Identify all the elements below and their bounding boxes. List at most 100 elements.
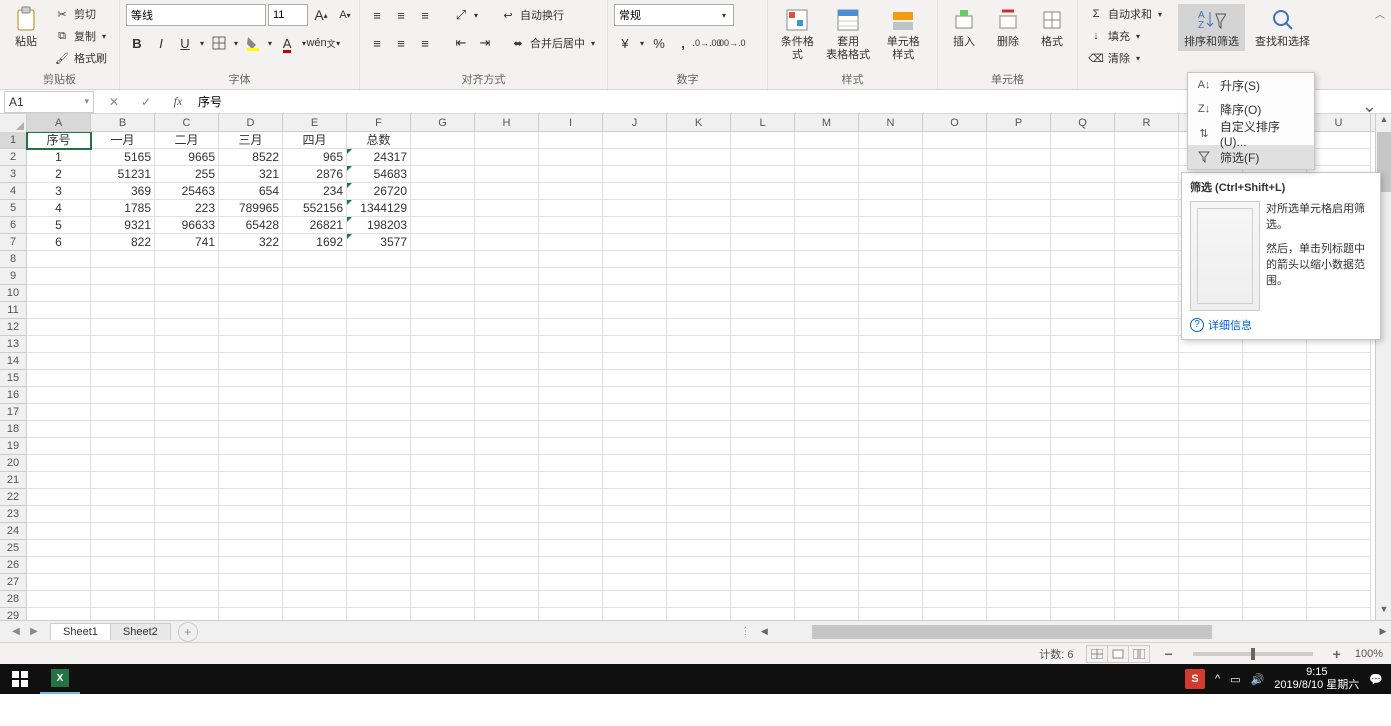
cell[interactable] <box>731 166 795 183</box>
cell[interactable] <box>91 370 155 387</box>
cell[interactable] <box>27 591 91 608</box>
cell[interactable] <box>155 336 219 353</box>
cell[interactable] <box>1307 506 1371 523</box>
cell[interactable] <box>155 472 219 489</box>
cell[interactable] <box>283 557 347 574</box>
cell[interactable]: 6 <box>27 234 91 251</box>
column-header[interactable]: A <box>27 114 91 131</box>
cell[interactable] <box>91 353 155 370</box>
zoom-slider[interactable] <box>1193 652 1313 656</box>
cell[interactable] <box>1115 234 1179 251</box>
cell[interactable] <box>795 166 859 183</box>
cell[interactable] <box>1051 251 1115 268</box>
taskbar-excel-button[interactable]: X <box>40 664 80 694</box>
cell[interactable] <box>923 455 987 472</box>
cell[interactable] <box>1307 591 1371 608</box>
cell[interactable] <box>859 557 923 574</box>
cell[interactable] <box>795 523 859 540</box>
cell[interactable] <box>1115 200 1179 217</box>
cell[interactable] <box>1115 268 1179 285</box>
cell[interactable] <box>795 319 859 336</box>
cell[interactable] <box>859 166 923 183</box>
tab-nav-prev[interactable]: ◀ <box>8 624 24 640</box>
cell[interactable] <box>987 472 1051 489</box>
cell[interactable] <box>859 370 923 387</box>
cell[interactable] <box>987 523 1051 540</box>
view-page-break-button[interactable] <box>1128 645 1150 663</box>
cell[interactable] <box>155 404 219 421</box>
shrink-font-button[interactable]: A▾ <box>334 4 356 26</box>
align-top-button[interactable]: ≡ <box>366 4 388 26</box>
cell[interactable] <box>795 608 859 620</box>
hscroll-left-button[interactable]: ◀ <box>756 626 772 637</box>
cell[interactable] <box>155 506 219 523</box>
row-header[interactable]: 10 <box>0 285 26 302</box>
cell[interactable] <box>91 557 155 574</box>
cell[interactable] <box>91 472 155 489</box>
cell[interactable] <box>667 438 731 455</box>
cell[interactable] <box>603 370 667 387</box>
cell[interactable] <box>859 183 923 200</box>
cell[interactable] <box>475 540 539 557</box>
cell[interactable] <box>91 319 155 336</box>
cell[interactable] <box>283 336 347 353</box>
cell[interactable] <box>27 472 91 489</box>
cell[interactable] <box>795 302 859 319</box>
cell[interactable] <box>1115 319 1179 336</box>
cell[interactable] <box>1243 506 1307 523</box>
cell[interactable]: 三月 <box>219 132 283 149</box>
cell[interactable] <box>1307 404 1371 421</box>
cell[interactable] <box>539 319 603 336</box>
row-header[interactable]: 2 <box>0 149 26 166</box>
cell[interactable] <box>667 591 731 608</box>
cell[interactable]: 1344129 <box>347 200 411 217</box>
cell[interactable] <box>859 251 923 268</box>
cell[interactable] <box>987 132 1051 149</box>
cell[interactable] <box>1179 608 1243 620</box>
cell[interactable] <box>667 166 731 183</box>
cell[interactable]: 四月 <box>283 132 347 149</box>
cell[interactable] <box>411 438 475 455</box>
cell[interactable] <box>539 183 603 200</box>
column-header[interactable]: D <box>219 114 283 131</box>
cell[interactable] <box>731 149 795 166</box>
cell[interactable]: 9665 <box>155 149 219 166</box>
fill-color-button[interactable] <box>242 32 264 54</box>
cell[interactable] <box>27 557 91 574</box>
cell[interactable] <box>603 421 667 438</box>
cell[interactable] <box>603 285 667 302</box>
cell[interactable] <box>1051 489 1115 506</box>
cell[interactable] <box>155 557 219 574</box>
cell[interactable] <box>539 370 603 387</box>
cell[interactable]: 322 <box>219 234 283 251</box>
cell[interactable] <box>283 438 347 455</box>
cell[interactable] <box>411 234 475 251</box>
cell[interactable] <box>923 251 987 268</box>
cell[interactable] <box>27 421 91 438</box>
cell[interactable] <box>1115 336 1179 353</box>
cell[interactable] <box>475 404 539 421</box>
cell[interactable] <box>1179 353 1243 370</box>
autosum-button[interactable]: Σ自动求和▾ <box>1084 4 1166 24</box>
cell[interactable] <box>731 217 795 234</box>
cell[interactable]: 1 <box>27 149 91 166</box>
cell[interactable] <box>923 506 987 523</box>
cell[interactable] <box>155 353 219 370</box>
cell[interactable] <box>1051 302 1115 319</box>
cell[interactable] <box>347 455 411 472</box>
comma-button[interactable]: , <box>672 32 694 54</box>
scroll-up-button[interactable]: ▲ <box>1376 114 1391 130</box>
cell[interactable] <box>731 268 795 285</box>
cell[interactable] <box>987 591 1051 608</box>
cell[interactable] <box>923 234 987 251</box>
cell[interactable]: 9321 <box>91 217 155 234</box>
cell[interactable] <box>219 404 283 421</box>
cell[interactable] <box>219 268 283 285</box>
cell[interactable] <box>219 302 283 319</box>
cell[interactable] <box>411 336 475 353</box>
cell[interactable] <box>91 336 155 353</box>
cell[interactable] <box>923 166 987 183</box>
cell[interactable] <box>347 387 411 404</box>
cell[interactable] <box>667 472 731 489</box>
cell[interactable] <box>923 540 987 557</box>
